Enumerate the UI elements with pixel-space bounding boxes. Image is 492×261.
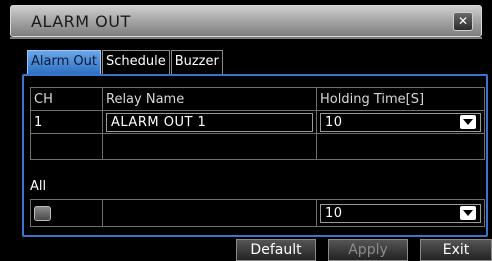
title-divider — [10, 37, 482, 39]
holding-time-select[interactable]: 10 — [320, 112, 481, 132]
close-button[interactable]: ✕ — [453, 12, 473, 31]
header-relay-name: Relay Name — [102, 87, 317, 111]
tab-bar: Alarm Out Schedule Buzzer — [27, 50, 224, 74]
all-checkbox-cell — [30, 199, 103, 227]
all-table: 10 — [30, 199, 485, 227]
header-holding-time: Holding Time[S] — [316, 87, 485, 111]
all-label: All — [30, 179, 47, 194]
all-holding-time-select[interactable]: 10 — [320, 203, 481, 223]
title-bar: ALARM OUT ✕ — [10, 5, 482, 37]
exit-button[interactable]: Exit — [420, 239, 492, 261]
empty-cell — [102, 133, 317, 160]
table-row: 1 ALARM OUT 1 10 — [30, 110, 485, 134]
alarm-out-dialog: ALARM OUT ✕ Alarm Out Schedule Buzzer CH… — [0, 0, 492, 261]
alarm-out-panel: CH Relay Name Holding Time[S] 1 ALARM OU… — [22, 74, 488, 237]
all-row: 10 — [30, 199, 485, 227]
empty-cell — [102, 199, 317, 227]
dialog-title: ALARM OUT — [31, 12, 131, 31]
all-holding-time-cell: 10 — [316, 199, 485, 227]
apply-button[interactable]: Apply — [328, 239, 408, 261]
relay-name-cell: ALARM OUT 1 — [102, 110, 317, 134]
row-ch: 1 — [30, 110, 103, 134]
tab-schedule[interactable]: Schedule — [101, 50, 170, 74]
tab-buzzer[interactable]: Buzzer — [170, 50, 223, 74]
empty-cell — [30, 133, 103, 160]
relay-name-input[interactable]: ALARM OUT 1 — [106, 112, 313, 132]
table-header-row: CH Relay Name Holding Time[S] — [30, 87, 485, 111]
header-ch: CH — [30, 87, 103, 111]
empty-cell — [316, 133, 485, 160]
all-checkbox[interactable] — [34, 205, 51, 221]
table-row-empty — [30, 133, 485, 160]
default-button[interactable]: Default — [236, 239, 316, 261]
tab-alarm-out[interactable]: Alarm Out — [27, 50, 101, 74]
all-holding-time-value: 10 — [325, 205, 343, 221]
chevron-down-icon — [460, 206, 476, 220]
holding-time-cell: 10 — [316, 110, 485, 134]
holding-time-value: 10 — [325, 114, 343, 130]
chevron-down-icon — [460, 115, 476, 129]
relay-table: CH Relay Name Holding Time[S] 1 ALARM OU… — [30, 87, 485, 160]
